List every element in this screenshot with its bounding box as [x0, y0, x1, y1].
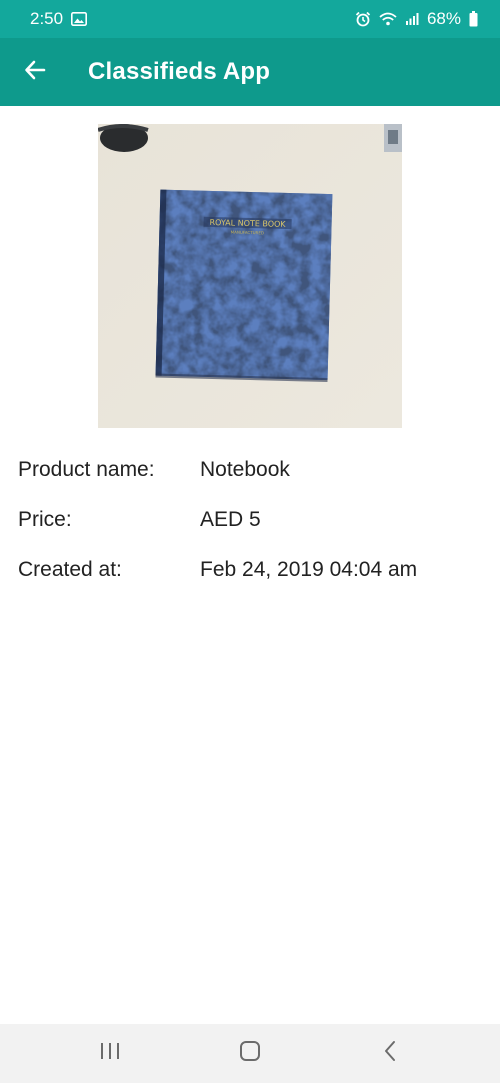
product-name-label: Product name:: [18, 458, 155, 481]
detail-row-name: Product name: Notebook: [18, 445, 488, 495]
created-at-value: Feb 24, 2019 04:04 am: [200, 558, 418, 581]
status-right: 68%: [355, 9, 478, 29]
product-name-value: Notebook: [200, 458, 290, 481]
status-time: 2:50: [30, 9, 64, 28]
created-at-label: Created at:: [18, 558, 122, 581]
wifi-icon: [379, 12, 397, 26]
battery-icon: [469, 11, 478, 27]
home-icon: [239, 1040, 261, 1067]
recent-apps-icon: [99, 1042, 121, 1065]
image-icon: [71, 12, 88, 26]
home-button[interactable]: [210, 1024, 290, 1083]
detail-row-price: Price: AED 5: [18, 495, 488, 545]
arrow-left-icon: [24, 59, 46, 86]
status-bar: 2:50 68%: [0, 0, 500, 38]
price-label: Price:: [18, 508, 72, 531]
app-bar: Classifieds App: [0, 38, 500, 106]
recent-apps-button[interactable]: [70, 1024, 150, 1083]
status-left: 2:50: [30, 9, 88, 29]
signal-icon: [405, 12, 419, 26]
price-value: AED 5: [200, 508, 261, 531]
back-icon: [383, 1040, 397, 1067]
nav-back-button[interactable]: [350, 1024, 430, 1083]
battery-percent: 68%: [426, 9, 461, 28]
detail-row-created: Created at: Feb 24, 2019 04:04 am: [18, 545, 488, 595]
product-image: ROYAL NOTE BOOK MANUFACTURED: [98, 124, 402, 428]
page-title: Classifieds App: [88, 58, 271, 85]
product-details: Product name: Notebook Price: AED 5 Crea…: [18, 445, 488, 595]
screen: 2:50 68% Classifieds App ROYAL NOTE BOOK…: [0, 0, 500, 1083]
navigation-bar: [0, 1024, 500, 1083]
alarm-icon: [355, 11, 371, 27]
back-button[interactable]: [0, 38, 70, 106]
svg-text:MANUFACTURED: MANUFACTURED: [231, 229, 264, 235]
